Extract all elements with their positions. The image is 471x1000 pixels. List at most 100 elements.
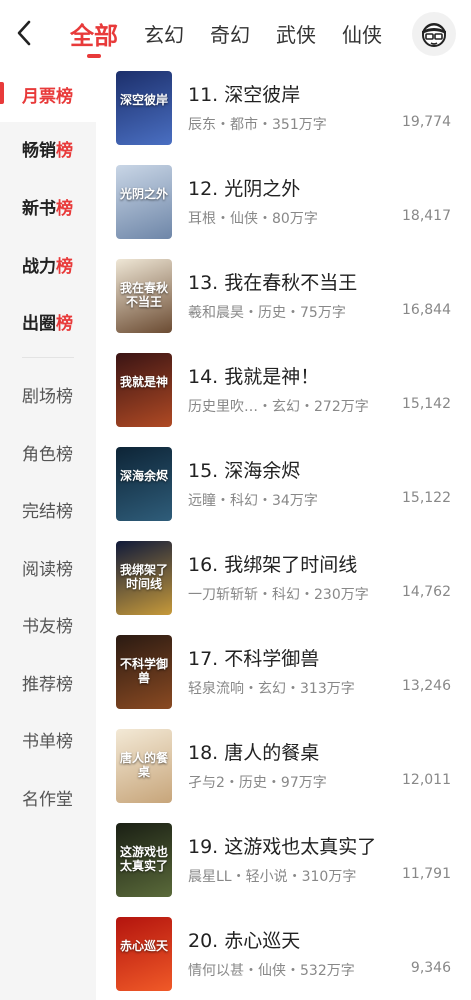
book-cover-title: 不科学御兽 [119, 657, 168, 685]
book-title[interactable]: 18. 唐人的餐桌 [188, 738, 319, 765]
book-cover-image[interactable]: 深空彼岸 [116, 71, 172, 145]
sidebar-item-suffix: 榜 [56, 256, 73, 277]
sidebar-item-label: 书友榜 [22, 616, 73, 637]
sidebar-item-juese[interactable]: 角色榜 [0, 424, 96, 480]
monthly-ticket-count: 16,844 [402, 302, 451, 318]
monthly-ticket-count: 18,417 [402, 208, 451, 224]
book-cover-title: 赤心巡天 [119, 939, 168, 953]
book-meta: 轻泉流响・玄幻・313万字 [188, 681, 355, 697]
book-title[interactable]: 16. 我绑架了时间线 [188, 550, 357, 577]
book-meta: 晨星LL・轻小说・310万字 [188, 869, 357, 885]
book-title[interactable]: 15. 深海余烬 [188, 456, 300, 483]
sidebar-item-shudan[interactable]: 书单榜 [0, 711, 96, 767]
sidebar-item-label: 角色榜 [22, 444, 73, 465]
book-cover-image[interactable]: 我在春秋不当王 [116, 259, 172, 333]
ranking-sidebar: 月票榜 畅销榜 新书榜 战力榜 出圈榜 剧场榜 角色榜 完结榜 阅读榜 书友榜 … [0, 66, 96, 1000]
tab-all[interactable]: 全部 [70, 0, 118, 66]
book-list-item[interactable]: 光阴之外 12. 光阴之外耳根・仙侠・80万字 18,417 [96, 160, 471, 254]
book-meta: 一刀斩斩斩・科幻・230万字 [188, 587, 369, 603]
book-list-item[interactable]: 我绑架了时间线 16. 我绑架了时间线一刀斩斩斩・科幻・230万字 14,762 [96, 536, 471, 630]
sidebar-item-wanjie[interactable]: 完结榜 [0, 481, 96, 537]
book-title[interactable]: 11. 深空彼岸 [188, 80, 300, 107]
book-cover-image[interactable]: 赤心巡天 [116, 917, 172, 991]
sidebar-item-yuepiao[interactable]: 月票榜 [0, 66, 96, 122]
monthly-ticket-count: 13,246 [402, 678, 451, 694]
sidebar-item-mingzuotang[interactable]: 名作堂 [0, 769, 96, 825]
book-list-item[interactable]: 我就是神 14. 我就是神！ 历史里吹…・玄幻・272万字 15,142 [96, 348, 471, 442]
tab-wuxia[interactable]: 武侠 [276, 0, 316, 66]
monthly-ticket-count: 14,762 [402, 584, 451, 600]
book-cover-title: 深海余烬 [119, 469, 168, 483]
book-cover-title: 我在春秋不当王 [119, 281, 168, 309]
book-cover-image[interactable]: 唐人的餐桌 [116, 729, 172, 803]
book-cover-title: 光阴之外 [119, 187, 168, 201]
chevron-left-icon [17, 20, 31, 46]
book-cover-title: 我绑架了时间线 [119, 563, 168, 591]
sidebar-item-zhanli[interactable]: 战力榜 [0, 236, 96, 292]
book-title[interactable]: 13. 我在春秋不当王 [188, 268, 357, 295]
avatar-button[interactable] [412, 12, 456, 56]
book-cover-title: 这游戏也太真实了 [119, 845, 168, 873]
book-list-item[interactable]: 赤心巡天 20. 赤心巡天情何以甚・仙侠・532万字 9,346 [96, 912, 471, 1000]
book-meta: 远瞳・科幻・34万字 [188, 493, 318, 509]
sidebar-item-chuquan[interactable]: 出圈榜 [0, 293, 96, 349]
sidebar-item-label: 战力榜 [22, 256, 73, 277]
sidebar-item-label: 出圈榜 [22, 313, 73, 334]
sidebar-item-label: 月票榜 [22, 86, 73, 107]
book-list-item[interactable]: 深空彼岸 11. 深空彼岸 辰东・都市・351万字 19,774 [96, 66, 471, 160]
book-list-item[interactable]: 唐人的餐桌 18. 唐人的餐桌孑与2・历史・97万字 12,011 [96, 724, 471, 818]
monthly-ticket-count: 19,774 [402, 114, 451, 130]
book-list-item[interactable]: 不科学御兽 17. 不科学御兽轻泉流响・玄幻・313万字 13,246 [96, 630, 471, 724]
book-list-item[interactable]: 这游戏也太真实了 19. 这游戏也太真实了晨星LL・轻小说・310万字 11,791 [96, 818, 471, 912]
book-cover-title: 深空彼岸 [119, 93, 168, 107]
sidebar-item-tuijian[interactable]: 推荐榜 [0, 654, 96, 710]
sidebar-item-label: 新书榜 [22, 198, 73, 219]
sidebar-item-label: 完结榜 [22, 501, 73, 522]
sidebar-item-suffix: 榜 [56, 313, 73, 334]
book-meta: 耳根・仙侠・80万字 [188, 211, 318, 227]
book-meta: 情何以甚・仙侠・532万字 [188, 963, 355, 979]
book-list-item[interactable]: 我在春秋不当王 13. 我在春秋不当王羲和晨昊・历史・75万字 16,844 [96, 254, 471, 348]
book-cover-image[interactable]: 深海余烬 [116, 447, 172, 521]
book-cover-image[interactable]: 光阴之外 [116, 165, 172, 239]
book-cover-title: 唐人的餐桌 [119, 751, 168, 779]
sidebar-item-label: 书单榜 [22, 731, 73, 752]
book-meta: 羲和晨昊・历史・75万字 [188, 305, 346, 321]
book-cover-image[interactable]: 这游戏也太真实了 [116, 823, 172, 897]
sidebar-item-label: 推荐榜 [22, 674, 73, 695]
sidebar-item-label: 名作堂 [22, 789, 73, 810]
tab-xianxia[interactable]: 仙侠 [342, 0, 382, 66]
book-list-item[interactable]: 深海余烬 15. 深海余烬远瞳・科幻・34万字 15,122 [96, 442, 471, 536]
category-tabs: 全部 玄幻 奇幻 武侠 仙侠 [70, 0, 408, 66]
user-avatar-icon [422, 23, 446, 47]
book-title[interactable]: 19. 这游戏也太真实了 [188, 832, 376, 859]
tab-xuanhuan[interactable]: 玄幻 [144, 0, 184, 66]
book-cover-image[interactable]: 我绑架了时间线 [116, 541, 172, 615]
book-cover-title: 我就是神 [119, 375, 168, 389]
book-cover-image[interactable]: 不科学御兽 [116, 635, 172, 709]
back-button[interactable] [10, 16, 38, 50]
sidebar-item-shuyou[interactable]: 书友榜 [0, 596, 96, 652]
book-title[interactable]: 14. 我就是神！ [188, 362, 319, 389]
book-title[interactable]: 12. 光阴之外 [188, 174, 300, 201]
sidebar-item-suffix: 榜 [56, 140, 73, 161]
sidebar-item-label: 剧场榜 [22, 386, 73, 407]
monthly-ticket-count: 9,346 [410, 960, 451, 976]
book-cover-image[interactable]: 我就是神 [116, 353, 172, 427]
book-meta: 孑与2・历史・97万字 [188, 775, 327, 791]
book-title[interactable]: 20. 赤心巡天 [188, 926, 300, 953]
sidebar-item-juchang[interactable]: 剧场榜 [0, 366, 96, 422]
monthly-ticket-count: 12,011 [402, 772, 451, 788]
sidebar-item-yuedu[interactable]: 阅读榜 [0, 539, 96, 595]
sidebar-item-xinshu[interactable]: 新书榜 [0, 178, 96, 234]
book-ranking-list: 深空彼岸 11. 深空彼岸 辰东・都市・351万字 19,774 光阴之外 12. 光阴之… [96, 66, 471, 1000]
top-bar: 全部 玄幻 奇幻 武侠 仙侠 [0, 0, 471, 66]
book-title[interactable]: 17. 不科学御兽 [188, 644, 319, 671]
sidebar-item-suffix: 榜 [56, 198, 73, 219]
monthly-ticket-count: 11,791 [402, 866, 451, 882]
book-meta: 历史里吹…・玄幻・272万字 [188, 399, 369, 415]
sidebar-item-changxiao[interactable]: 畅销榜 [0, 120, 96, 176]
monthly-ticket-count: 15,142 [402, 396, 451, 412]
monthly-ticket-count: 15,122 [402, 490, 451, 506]
tab-qihuan[interactable]: 奇幻 [210, 0, 250, 66]
